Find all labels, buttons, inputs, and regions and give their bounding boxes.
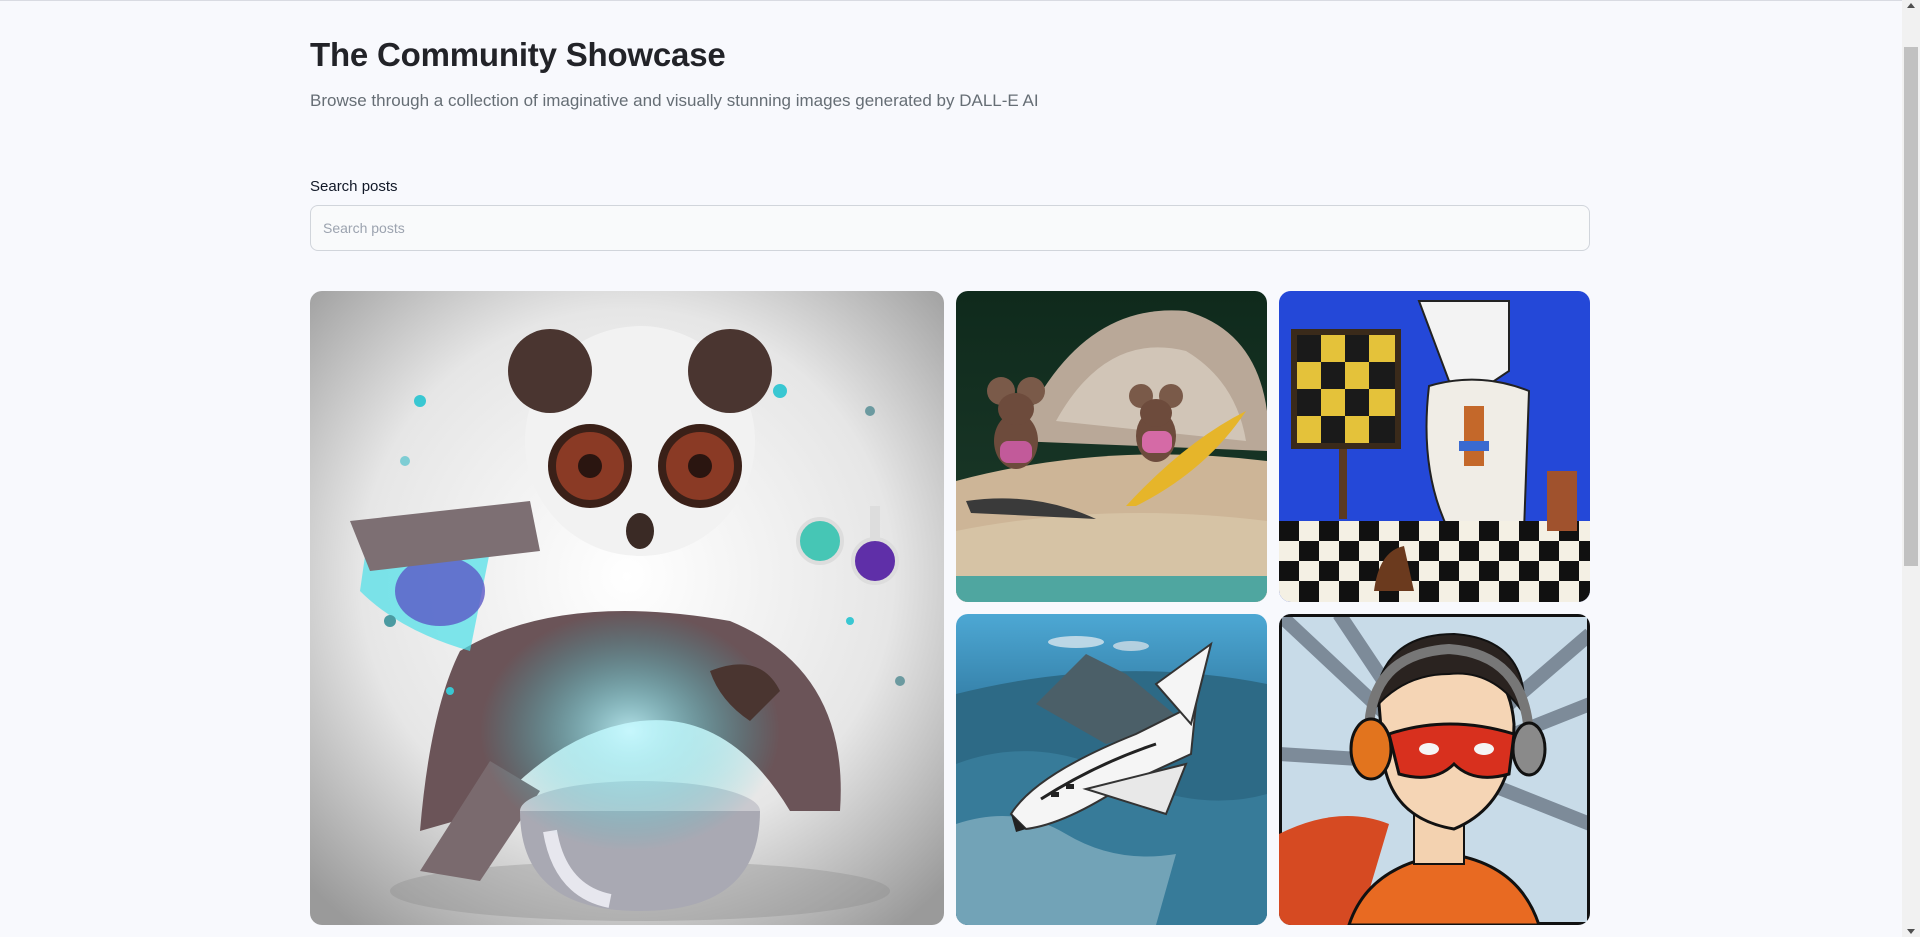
page-title: The Community Showcase xyxy=(310,36,726,73)
search-input[interactable] xyxy=(310,205,1590,251)
scroll-down-arrow-icon[interactable] xyxy=(1907,929,1915,934)
gallery-card-mice[interactable] xyxy=(956,291,1267,602)
chess-image xyxy=(1279,291,1590,602)
gallery-card-shuttle[interactable] xyxy=(956,614,1267,925)
page-subtitle: Browse through a collection of imaginati… xyxy=(310,91,1039,110)
gallery-card-chess[interactable] xyxy=(1279,291,1590,602)
search-label: Search posts xyxy=(310,178,398,195)
mice-image xyxy=(956,291,1267,602)
scrollbar-thumb[interactable] xyxy=(1904,47,1918,566)
scroll-up-arrow-icon[interactable] xyxy=(1907,3,1915,8)
panda-image xyxy=(310,291,944,925)
shuttle-image xyxy=(956,614,1267,925)
top-border xyxy=(0,0,1902,1)
hero-image xyxy=(1279,614,1590,925)
gallery-card-panda[interactable] xyxy=(310,291,944,925)
vertical-scrollbar[interactable] xyxy=(1902,0,1920,937)
gallery-card-hero[interactable] xyxy=(1279,614,1590,925)
